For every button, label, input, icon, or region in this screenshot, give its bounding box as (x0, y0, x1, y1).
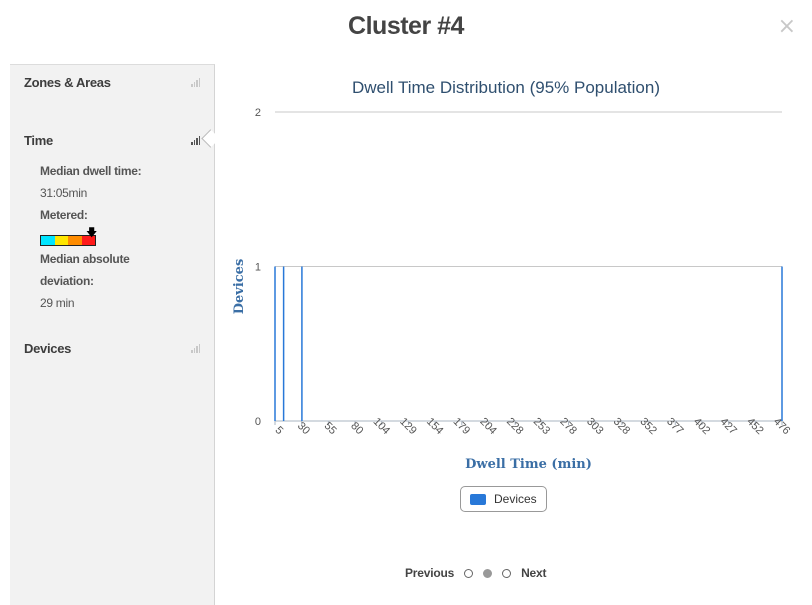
signal-bars-icon (191, 78, 200, 87)
x-tick-label: 30 (295, 420, 312, 437)
meter-segment (68, 236, 82, 245)
sidebar-section-time: Time Median dwell time: 31:05min Metered… (24, 133, 200, 314)
sidebar-section-zones[interactable]: Zones & Areas (24, 75, 200, 90)
sidebar-section-devices[interactable]: Devices (24, 341, 200, 356)
x-tick-label: 154 (424, 416, 445, 437)
sidebar-item-label: Time (24, 133, 53, 148)
legend-item-devices[interactable]: Devices (460, 486, 547, 512)
time-details: Median dwell time: 31:05min Metered: 🡇 M… (40, 160, 200, 314)
pagination: Previous Next (405, 566, 547, 580)
sidebar-item-label: Devices (24, 341, 72, 356)
next-button[interactable]: Next (521, 566, 546, 580)
bar (301, 266, 303, 421)
y-tick-label: 0 (255, 416, 261, 428)
page-dot-3[interactable] (502, 568, 512, 578)
close-icon[interactable]: × (778, 14, 796, 39)
y-axis-title: Devices (232, 259, 247, 315)
y-tick-label: 1 (255, 262, 261, 274)
signal-bars-icon (191, 136, 200, 145)
bar (781, 266, 783, 421)
x-tick-label: 228 (504, 416, 525, 437)
x-tick-label: 278 (557, 416, 578, 437)
x-tick-label: 104 (371, 416, 392, 437)
bar (282, 266, 285, 421)
dwell-meter: 🡇 (40, 226, 200, 248)
x-tick-label: 427 (718, 416, 739, 437)
modal-title: Cluster #4 (348, 12, 464, 40)
x-tick-label: 452 (744, 416, 765, 437)
median-dwell-label: Median dwell time: (40, 164, 142, 178)
mad-label: Median absolute (40, 252, 130, 266)
mad-label-cont: deviation: (40, 274, 94, 288)
sidebar-item-time[interactable]: Time (24, 133, 200, 148)
x-tick-label: 179 (451, 416, 472, 437)
legend-swatch (470, 493, 486, 505)
mad-value: 29 min (40, 296, 75, 310)
previous-button[interactable]: Previous (405, 566, 454, 580)
x-tick-label: 303 (584, 416, 605, 437)
signal-bars-icon (191, 344, 200, 353)
x-tick-label: 80 (348, 420, 365, 437)
median-dwell-value: 31:05min (40, 186, 87, 200)
x-tick-label: 377 (664, 416, 685, 437)
x-tick-label: 352 (637, 416, 658, 437)
x-axis-title: Dwell Time (min) (465, 457, 592, 472)
x-tick-label: 5 (273, 424, 286, 437)
metered-label: Metered: (40, 208, 88, 222)
sidebar: Zones & Areas Time Median dwell time: 31… (10, 64, 215, 605)
meter-segment (41, 236, 55, 245)
x-tick-label: 55 (322, 420, 339, 437)
page-dot-1[interactable] (464, 568, 474, 578)
arrow-down-icon: 🡇 (86, 227, 98, 239)
x-tick-label: 253 (531, 416, 552, 437)
dwell-time-chart: 0 1 2 5 30 55 80 104 129 154 179 204 228 253 278 303 328… (232, 107, 792, 472)
sidebar-item-zones-areas[interactable]: Zones & Areas (24, 75, 200, 90)
y-tick-label: 2 (255, 107, 261, 119)
sidebar-item-devices[interactable]: Devices (24, 341, 200, 356)
x-tick-label: 204 (477, 416, 498, 437)
page-dot-2[interactable] (483, 568, 493, 578)
x-tick-label: 129 (397, 416, 418, 437)
bar (274, 266, 276, 421)
chart-panel: Dwell Time Distribution (95% Population)… (215, 64, 812, 604)
meter-segment (54, 236, 68, 245)
sidebar-item-label: Zones & Areas (24, 75, 111, 90)
x-tick-label: 402 (691, 416, 712, 437)
x-tick-label: 328 (611, 416, 632, 437)
legend-label: Devices (494, 492, 537, 506)
